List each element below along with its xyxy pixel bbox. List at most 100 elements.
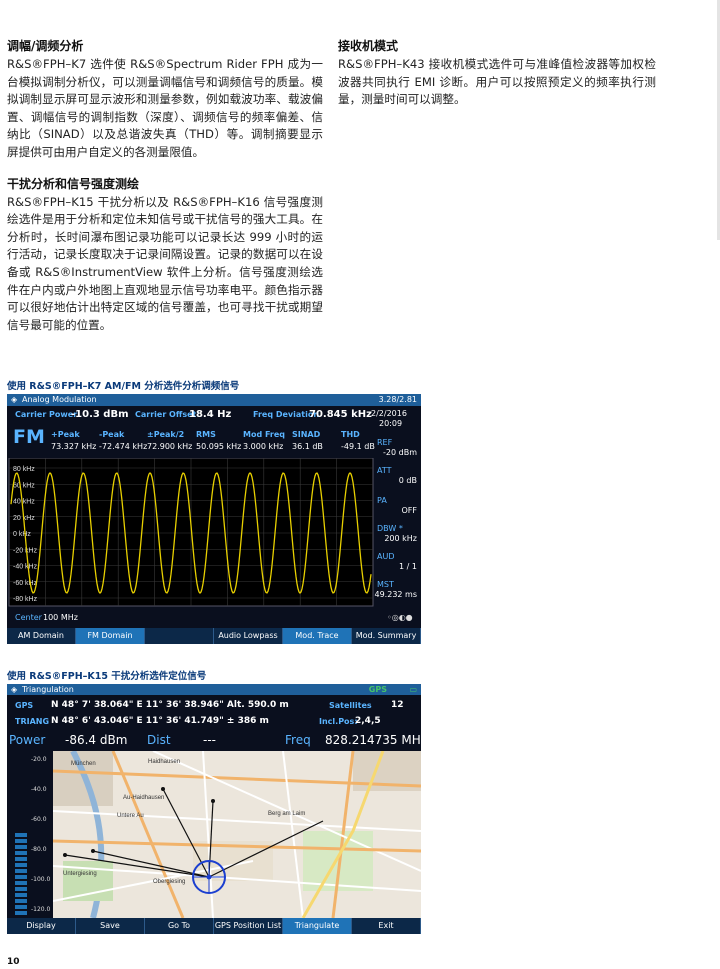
fm-side-label: REF [377, 438, 393, 447]
column-left: 调幅/调频分析 R&S®FPH–K7 选件使 R&S®Spectrum Ride… [7, 38, 323, 334]
tri-softkey[interactable]: Save [76, 918, 145, 934]
map-label: Au-Haidhausen [123, 795, 164, 801]
map-label: Berg am Laim [268, 811, 305, 817]
fm-softkey[interactable]: FM Domain [76, 628, 145, 644]
power-label: Power [9, 733, 46, 747]
fm-param-value: 3.000 kHz [243, 442, 284, 451]
fm-softkey[interactable]: Audio Lowpass [214, 628, 283, 644]
fm-side-value[interactable]: 0 dB [399, 476, 417, 485]
fm-softkey[interactable] [145, 628, 214, 644]
dist-value: --- [203, 733, 216, 747]
caption-triangulation: 使用 R&S®FPH–K15 干扰分析选件定位信号 [7, 671, 207, 682]
fm-param-value: 36.1 dB [292, 442, 323, 451]
measurement-point [63, 853, 67, 857]
fm-y-tick-label: 0 kHz [13, 531, 31, 538]
fm-softkeys: AM Domain FM Domain Audio Lowpass Mod. Trac… [7, 628, 421, 644]
dist-label: Dist [147, 733, 171, 747]
fm-side-value[interactable]: 200 kHz [384, 534, 417, 543]
fm-waveform-plot: 80 kHz60 kHz40 kHz20 kHz0 kHz-20 kHz-40 … [8, 458, 374, 607]
map-label: München [71, 761, 96, 767]
fm-param-name: ±Peak/2 [147, 430, 185, 439]
power-level-segment [15, 911, 27, 915]
fm-title: Analog Modulation [22, 395, 97, 404]
power-level-segment [15, 893, 27, 897]
fm-param-name: +Peak [51, 430, 80, 439]
power-level-segment [15, 887, 27, 891]
gps-position: N 48° 7' 38.064" E 11° 36' 38.946" Alt. … [51, 700, 289, 710]
incl-pos-label: Incl.Pos: [319, 717, 358, 726]
power-level-segment [15, 881, 27, 885]
fm-y-tick-label: -60 kHz [13, 580, 38, 587]
gps-label: GPS [15, 701, 34, 710]
carrier-power-value: -10.3 dBm [71, 409, 129, 420]
incl-pos-value: 2,4,5 [355, 716, 381, 726]
power-level-segment [15, 845, 27, 849]
tri-title: Triangulation [22, 685, 74, 694]
freq-deviation-value: 70.845 kHz [309, 409, 372, 420]
triangulation-map[interactable]: München Haidhausen Au-Haidhausen Untere Au B… [53, 751, 421, 918]
section-heading-receiver: 接收机模式 [338, 39, 399, 53]
fm-param-value: 50.095 kHz [196, 442, 242, 451]
measurement-point [161, 787, 165, 791]
date: 2/2/2016 [371, 409, 407, 418]
fm-softkey[interactable]: Mod. Summary [352, 628, 421, 644]
map-label: Untere Au [117, 813, 144, 819]
power-scale-tick: -100.0 [31, 876, 51, 883]
fm-y-tick-label: 80 kHz [13, 466, 35, 473]
fm-screen: ◈ Analog Modulation 3.28/2.81 Carrier Po… [7, 394, 421, 644]
page-number: 10 [7, 957, 20, 967]
fm-mode-label: FM [13, 426, 45, 448]
tri-title-bar: ◈ Triangulation GPS ▭ [7, 684, 421, 695]
gps-badge: GPS [368, 685, 387, 694]
power-scale-tick: -40.0 [31, 786, 47, 793]
fm-side-label: MST [377, 580, 394, 589]
fm-y-tick-label: -40 kHz [13, 564, 38, 571]
fm-mode-icon: ◈ [11, 395, 18, 404]
power-level-segment [15, 857, 27, 861]
fm-param-value: -49.1 dB [341, 442, 375, 451]
power-level-segment [15, 833, 27, 837]
power-scale-bg [7, 751, 53, 918]
power-level-segment [15, 875, 27, 879]
fm-side-value[interactable]: -20 dBm [383, 448, 417, 457]
fm-param-name: Mod Freq [243, 430, 286, 439]
tri-softkey[interactable]: Display [7, 918, 76, 934]
fm-side-label: DBW * [377, 524, 403, 533]
fm-y-tick-label: 60 kHz [13, 482, 35, 489]
fm-y-tick-label: -80 kHz [13, 596, 38, 603]
trace-control-icons: ◦◎◐● [387, 613, 413, 622]
power-level-segment [15, 905, 27, 909]
fm-y-tick-label: -20 kHz [13, 547, 38, 554]
section-heading-interference: 干扰分析和信号强度测绘 [7, 176, 140, 191]
freq-value: 828.214735 MHz [325, 733, 421, 747]
tri-softkey[interactable]: Go To Triangulation [145, 918, 214, 934]
tri-softkey[interactable]: GPS Position List [214, 918, 283, 934]
fm-side-value[interactable]: 49.232 ms [375, 590, 418, 599]
column-right: 接收机模式 R&S®FPH–K43 接收机模式选件可与准峰值检波器等加权检波器共… [338, 38, 656, 109]
fm-side-label: PA [377, 496, 387, 505]
power-scale-tick: -80.0 [31, 846, 47, 853]
tri-mode-icon: ◈ [11, 685, 18, 694]
fm-param-value: -72.474 kHz [99, 442, 148, 451]
carrier-offset-label: Carrier Offset [135, 410, 197, 419]
fm-param-name: SINAD [292, 430, 321, 439]
fm-side-value[interactable]: OFF [402, 506, 418, 515]
map-label: Obergiesing [153, 879, 185, 885]
fm-softkey[interactable]: Mod. Trace [283, 628, 352, 644]
fm-softkey[interactable]: AM Domain [7, 628, 76, 644]
power-level-segment [15, 863, 27, 867]
map-label: Untergiesing [63, 871, 97, 877]
fm-param-name: RMS [196, 430, 216, 439]
satellites-label: Satellites [329, 701, 372, 710]
triang-position: N 48° 6' 43.046" E 11° 36' 41.749" ± 386… [51, 716, 269, 726]
power-level-segment [15, 839, 27, 843]
fm-side-value[interactable]: 1 / 1 [399, 562, 417, 571]
measurement-point [91, 849, 95, 853]
fm-side-label: ATT [377, 466, 392, 475]
tri-softkey[interactable]: Exit [352, 918, 421, 934]
satellites-value: 12 [391, 700, 404, 710]
carrier-offset-value: 18.4 Hz [189, 409, 232, 420]
tri-softkey[interactable]: Triangulate [283, 918, 352, 934]
power-scale-tick: -60.0 [31, 816, 47, 823]
map-label: Haidhausen [148, 759, 180, 765]
